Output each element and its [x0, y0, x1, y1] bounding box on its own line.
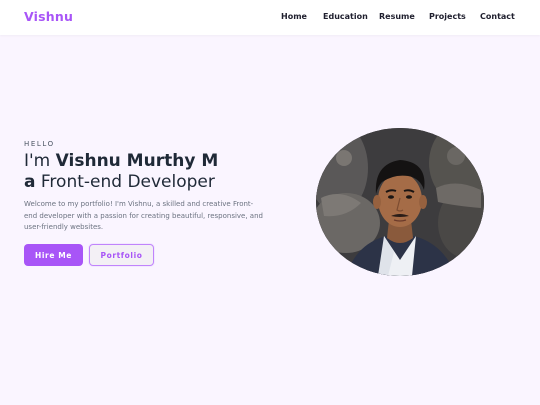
nav-link-education[interactable]: Education	[323, 12, 368, 21]
hero-eyebrow: HELLO	[24, 140, 55, 148]
hero-description: Welcome to my portfolio! I'm Vishnu, a s…	[24, 200, 263, 231]
profile-photo	[316, 128, 484, 276]
site-logo[interactable]: Vishnu	[24, 9, 73, 24]
nav-link-projects[interactable]: Projects	[429, 12, 466, 21]
hire-me-button[interactable]: Hire Me	[24, 244, 83, 266]
nav-link-contact[interactable]: Contact	[480, 12, 515, 21]
hero-role: Front-end Developer	[35, 172, 215, 192]
navbar: Vishnu Home Education Resume Projects Co…	[0, 0, 540, 35]
hero-title-prefix: I'm	[24, 151, 56, 171]
nav-link-resume[interactable]: Resume	[379, 12, 415, 21]
hero-name: Vishnu Murthy M	[55, 151, 219, 171]
nav-link-home[interactable]: Home	[281, 12, 307, 21]
profile-photo-illustration	[316, 128, 484, 276]
portfolio-button[interactable]: Portfolio	[89, 244, 154, 266]
hero-title: I'm Vishnu Murthy M a Front-end Developer	[24, 151, 284, 193]
hero-role-article: a	[24, 172, 36, 192]
